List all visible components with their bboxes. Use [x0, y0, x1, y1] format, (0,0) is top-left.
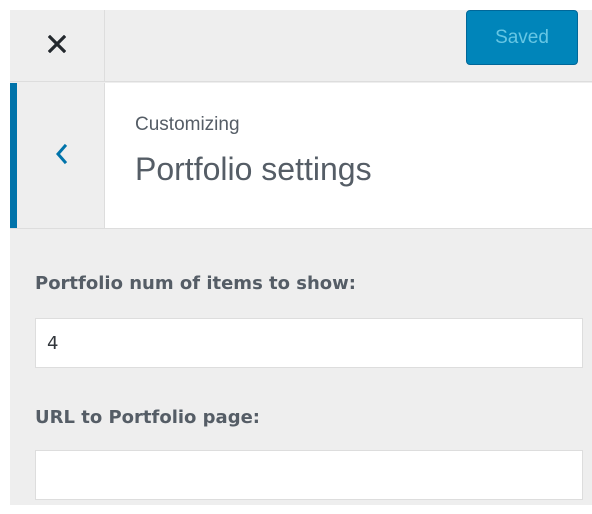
save-button[interactable]: Saved [466, 10, 578, 65]
section-header-text: Customizing Portfolio settings [135, 113, 372, 189]
page-title: Portfolio settings [135, 151, 372, 187]
breadcrumb: Customizing [135, 114, 240, 135]
num-items-input[interactable] [35, 318, 583, 368]
portfolio-url-input[interactable] [35, 450, 583, 500]
section-header: Customizing Portfolio settings [10, 83, 592, 229]
close-icon [47, 34, 67, 57]
customizer-panel: Saved Customizing Portfolio settings Por… [10, 10, 592, 505]
num-items-control: Portfolio num of items to show: [35, 272, 356, 296]
portfolio-url-label: URL to Portfolio page: [35, 407, 260, 428]
back-button[interactable] [10, 83, 105, 228]
chevron-left-icon [54, 143, 68, 169]
num-items-label: Portfolio num of items to show: [35, 273, 357, 294]
close-button[interactable] [10, 10, 105, 82]
customizer-header-actions: Saved [10, 10, 592, 82]
portfolio-url-control: URL to Portfolio page: [35, 406, 260, 430]
